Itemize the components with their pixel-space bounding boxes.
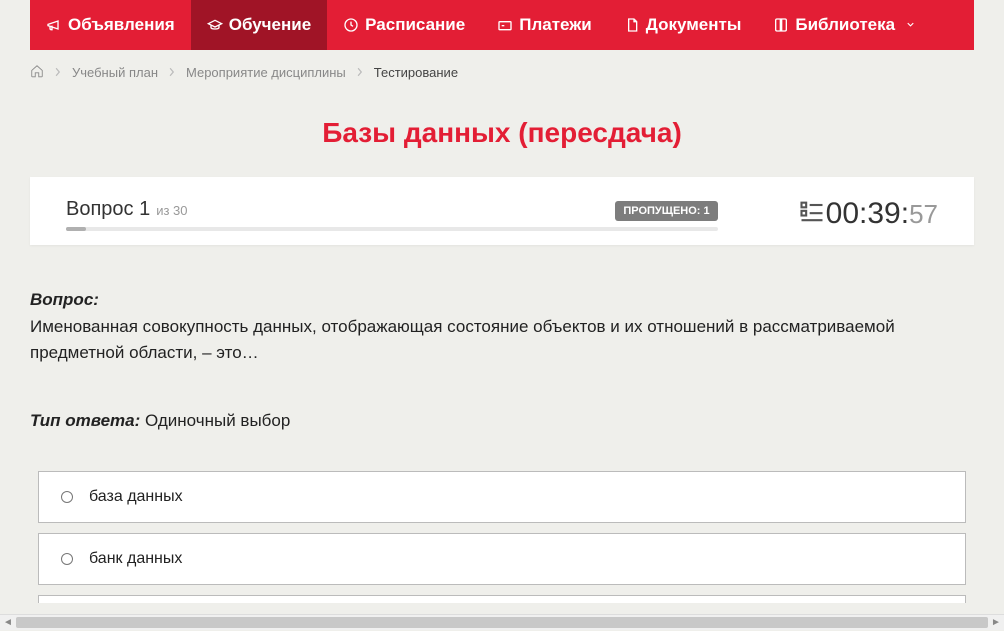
question-number: Вопрос 1: [66, 198, 150, 221]
nav-label: Платежи: [519, 15, 592, 35]
timer-seconds: 57: [909, 199, 938, 230]
option-text: база данных: [89, 488, 183, 506]
chevron-right-icon: [54, 65, 62, 80]
nav-label: Библиотека: [795, 15, 895, 35]
answer-type-label: Тип ответа:: [30, 411, 140, 430]
question-list-icon[interactable]: [798, 198, 826, 231]
question-total: из 30: [156, 203, 187, 218]
question-label: Вопрос:: [30, 290, 99, 309]
nav-label: Обучение: [229, 15, 311, 35]
main-navbar: Объявления Обучение Расписание Платежи Д…: [30, 0, 974, 50]
skipped-badge: ПРОПУЩЕНО: 1: [615, 201, 717, 221]
horizontal-scrollbar[interactable]: ◄ ►: [0, 614, 1004, 630]
nav-library[interactable]: Библиотека: [757, 0, 932, 50]
graduation-cap-icon: [207, 17, 223, 33]
nav-education[interactable]: Обучение: [191, 0, 327, 50]
option-item[interactable]: банк данных: [38, 533, 966, 585]
chevron-right-icon: [356, 65, 364, 80]
option-item[interactable]: [38, 595, 966, 603]
radio-icon[interactable]: [61, 491, 73, 503]
chevron-right-icon: [168, 65, 176, 80]
question-body: Вопрос: Именованная совокупность данных,…: [30, 245, 974, 387]
options-list: база данных банк данных: [30, 471, 974, 603]
nav-documents[interactable]: Документы: [608, 0, 758, 50]
progress-bar: [66, 227, 718, 231]
timer: 00:39:57: [826, 197, 938, 231]
nav-announcements[interactable]: Объявления: [30, 0, 191, 50]
answer-type: Тип ответа: Одиночный выбор: [30, 387, 974, 471]
book-icon: [773, 17, 789, 33]
page-title: Базы данных (пересдача): [30, 95, 974, 177]
option-text: банк данных: [89, 550, 182, 568]
breadcrumb-link[interactable]: Мероприятие дисциплины: [186, 65, 346, 80]
payment-icon: [497, 17, 513, 33]
nav-label: Документы: [646, 15, 742, 35]
chevron-down-icon: [905, 15, 916, 35]
document-icon: [624, 17, 640, 33]
scroll-left-arrow[interactable]: ◄: [0, 615, 16, 631]
timer-main: 00:39:: [826, 197, 909, 231]
radio-icon[interactable]: [61, 553, 73, 565]
quiz-status-bar: Вопрос 1 из 30 ПРОПУЩЕНО: 1 00:39:57: [30, 177, 974, 245]
clock-icon: [343, 17, 359, 33]
option-item[interactable]: база данных: [38, 471, 966, 523]
answer-type-value: Одиночный выбор: [145, 411, 290, 430]
nav-schedule[interactable]: Расписание: [327, 0, 481, 50]
breadcrumb: Учебный план Мероприятие дисциплины Тест…: [30, 50, 974, 95]
breadcrumb-link[interactable]: Учебный план: [72, 65, 158, 80]
nav-payments[interactable]: Платежи: [481, 0, 608, 50]
question-text: Именованная совокупность данных, отображ…: [30, 314, 974, 367]
breadcrumb-current: Тестирование: [374, 65, 458, 80]
megaphone-icon: [46, 17, 62, 33]
nav-label: Объявления: [68, 15, 175, 35]
scroll-right-arrow[interactable]: ►: [988, 615, 1004, 631]
nav-label: Расписание: [365, 15, 465, 35]
home-icon[interactable]: [30, 64, 44, 81]
